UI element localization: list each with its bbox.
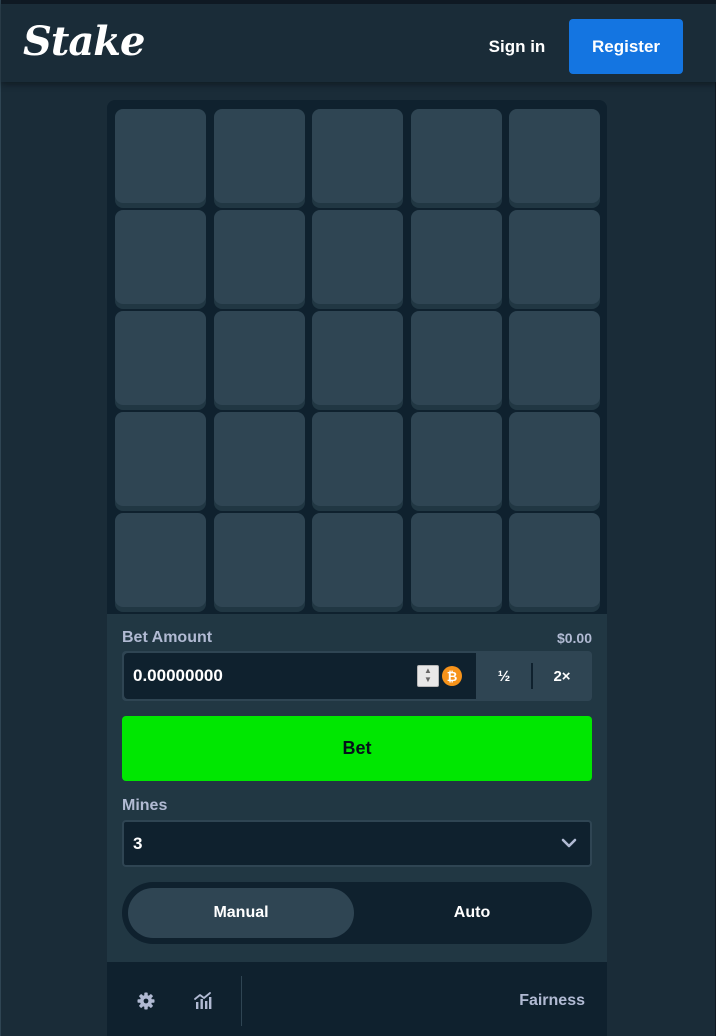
register-button[interactable]: Register bbox=[569, 19, 683, 74]
mine-tile[interactable] bbox=[312, 109, 403, 203]
mine-tile[interactable] bbox=[312, 210, 403, 304]
bet-button[interactable]: Bet bbox=[122, 716, 592, 781]
half-bet-button[interactable]: ½ bbox=[478, 653, 530, 699]
mines-label: Mines bbox=[122, 797, 168, 814]
mine-tile[interactable] bbox=[509, 412, 600, 506]
mine-tile[interactable] bbox=[213, 210, 305, 304]
spinner-down-icon[interactable]: ▼ bbox=[424, 675, 432, 684]
mine-tile[interactable] bbox=[115, 210, 206, 304]
mine-tile[interactable] bbox=[509, 311, 600, 405]
game-footer: Fairness bbox=[107, 962, 607, 1036]
mine-tile[interactable] bbox=[312, 513, 403, 607]
bet-controls-panel: Bet Amount $0.00 ▲ ▼ ₿ ½ 2× Bet Mines 3 … bbox=[107, 614, 607, 962]
mine-tile[interactable] bbox=[509, 210, 600, 304]
mine-tile[interactable] bbox=[410, 513, 502, 607]
bet-amount-row: ▲ ▼ ₿ ½ 2× bbox=[122, 651, 592, 701]
bet-amount-spinner[interactable]: ▲ ▼ bbox=[417, 665, 439, 687]
mines-board bbox=[107, 100, 607, 616]
mine-tile[interactable] bbox=[213, 412, 305, 506]
bitcoin-icon: ₿ bbox=[442, 666, 462, 686]
fairness-link[interactable]: Fairness bbox=[519, 992, 585, 1010]
double-bet-button[interactable]: 2× bbox=[534, 653, 590, 699]
tab-manual[interactable]: Manual bbox=[128, 888, 354, 938]
mine-tile[interactable] bbox=[312, 311, 403, 405]
stake-logo[interactable]: Stake bbox=[23, 18, 145, 65]
mine-tile[interactable] bbox=[115, 109, 206, 203]
footer-divider bbox=[241, 976, 242, 1026]
mine-tile[interactable] bbox=[115, 311, 206, 405]
mine-tile[interactable] bbox=[213, 311, 305, 405]
tab-auto[interactable]: Auto bbox=[358, 888, 586, 938]
bet-amount-usd: $0.00 bbox=[556, 630, 592, 646]
spinner-up-icon[interactable]: ▲ bbox=[424, 666, 432, 675]
mines-select[interactable]: 3 bbox=[122, 820, 592, 867]
mine-tile[interactable] bbox=[410, 210, 502, 304]
mine-tile[interactable] bbox=[115, 412, 206, 506]
mine-tile[interactable] bbox=[213, 109, 305, 203]
chevron-down-icon[interactable] bbox=[560, 834, 578, 852]
sign-in-button[interactable]: Sign in bbox=[477, 20, 557, 74]
top-header: Stake Sign in Register bbox=[1, 0, 716, 82]
stats-chart-icon[interactable] bbox=[193, 991, 213, 1011]
mine-tile[interactable] bbox=[312, 412, 403, 506]
mine-tile[interactable] bbox=[410, 311, 502, 405]
mine-tile[interactable] bbox=[115, 513, 206, 607]
app-frame: Stake Sign in Register Bet Amount $0.00 … bbox=[0, 0, 716, 1036]
mine-tile[interactable] bbox=[509, 109, 600, 203]
mine-tile[interactable] bbox=[410, 109, 502, 203]
gear-icon[interactable] bbox=[136, 991, 156, 1011]
mine-tile[interactable] bbox=[213, 513, 305, 607]
mine-tile[interactable] bbox=[410, 412, 502, 506]
bet-amount-label: Bet Amount bbox=[122, 629, 213, 646]
mines-selected-value: 3 bbox=[133, 834, 143, 853]
mode-toggle: Manual Auto bbox=[122, 882, 592, 944]
mine-tile[interactable] bbox=[509, 513, 600, 607]
bet-modifier-divider bbox=[531, 663, 533, 689]
